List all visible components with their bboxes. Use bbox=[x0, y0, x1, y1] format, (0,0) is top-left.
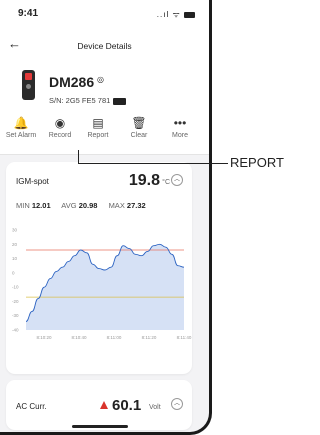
reading-value: 19.8 bbox=[128, 172, 160, 189]
action-more[interactable]: ••• More bbox=[161, 114, 199, 139]
x-tick-label: 8:11:40 bbox=[177, 335, 192, 340]
connection-icon: ◎ bbox=[97, 75, 104, 84]
record-icon: ◉ bbox=[54, 116, 66, 130]
y-tick-label: -40 bbox=[12, 328, 19, 333]
page-title: Device Details bbox=[77, 41, 132, 51]
device-name: DM286 bbox=[49, 74, 95, 90]
serial-text: S/N: 2G5 FE5 781 bbox=[49, 96, 111, 105]
action-label: Set Alarm bbox=[5, 132, 37, 139]
device-battery-icon bbox=[113, 97, 127, 105]
x-tick-label: 8:10:40 bbox=[71, 335, 87, 340]
more-icon: ••• bbox=[173, 116, 187, 130]
max-value: 27.32 bbox=[126, 201, 146, 210]
top-bar: ← Device Details bbox=[0, 30, 209, 60]
status-bar: 9:41 ..ıl ᯤ bbox=[0, 0, 209, 30]
callout-connector bbox=[78, 150, 79, 164]
callout-label: REPORT bbox=[230, 155, 284, 170]
home-indicator bbox=[72, 425, 128, 428]
reading-value: 60.1 bbox=[112, 397, 142, 414]
action-label: Clear bbox=[130, 132, 148, 139]
avg-value: 20.98 bbox=[78, 201, 98, 210]
y-tick-label: 20 bbox=[12, 242, 18, 247]
x-tick-label: 8:10:20 bbox=[36, 335, 52, 340]
chevron-up-icon[interactable]: ︿ bbox=[171, 174, 183, 186]
reading-title: IGM-spot bbox=[16, 177, 49, 186]
status-time: 9:41 bbox=[18, 8, 39, 19]
action-set-alarm[interactable]: 🔔 Set Alarm bbox=[2, 114, 40, 139]
max-label: MAX bbox=[108, 201, 125, 210]
chevron-up-icon[interactable]: ︿ bbox=[171, 398, 183, 410]
callout-line bbox=[78, 163, 228, 164]
multimeter-icon bbox=[22, 70, 35, 100]
y-tick-label: -10 bbox=[12, 285, 19, 290]
reading-stats: MIN 12.01 AVG 20.98 MAX 27.32 bbox=[16, 201, 155, 210]
reading-card-igm-spot[interactable]: IGM-spot 19.8 °C ︿ MIN 12.01 AVG 20.98 M… bbox=[6, 162, 192, 374]
reading-card-ac-curr[interactable]: AC Curr. 60.1 Volt ︿ bbox=[6, 380, 192, 430]
device-header: DM286 ◎ S/N: 2G5 FE5 781 bbox=[0, 60, 209, 110]
action-report[interactable]: ▤ Report bbox=[79, 114, 117, 139]
reading-chart: 30 20 10 0 -10 -20 -30 -40 8:10:20 8:10:40 8:11:00… bbox=[12, 228, 192, 341]
clear-icon: 🗑 bbox=[131, 116, 147, 130]
phone-screen: 9:41 ..ıl ᯤ ← Device Details DM286 ◎ S/N… bbox=[0, 0, 212, 435]
y-tick-label: -30 bbox=[12, 313, 19, 318]
reading-title: AC Curr. bbox=[16, 402, 47, 411]
action-label: More bbox=[172, 132, 188, 139]
action-clear[interactable]: 🗑 Clear bbox=[120, 114, 158, 139]
signal-wifi-battery-icon: ..ıl ᯤ bbox=[157, 9, 195, 20]
alarm-triangle-icon bbox=[100, 401, 108, 409]
battery-icon bbox=[184, 11, 195, 18]
min-value: 12.01 bbox=[31, 201, 51, 210]
y-tick-label: 0 bbox=[12, 270, 15, 275]
y-tick-label: 30 bbox=[12, 228, 18, 233]
x-tick-label: 8:11:00 bbox=[107, 335, 122, 340]
signal-icon: ..ıl ᯤ bbox=[156, 10, 181, 19]
action-label: Record bbox=[48, 132, 72, 139]
x-tick-label: 8:11:20 bbox=[142, 335, 157, 340]
action-label: Report bbox=[87, 132, 109, 139]
y-tick-label: -20 bbox=[12, 299, 19, 304]
y-tick-label: 10 bbox=[12, 256, 18, 261]
avg-label: AVG bbox=[61, 201, 77, 210]
series-area bbox=[26, 244, 184, 330]
reading-unit: Volt bbox=[149, 404, 161, 411]
report-icon: ▤ bbox=[92, 116, 104, 130]
reading-unit: °C bbox=[162, 179, 170, 186]
bell-icon: 🔔 bbox=[13, 116, 29, 130]
device-serial: S/N: 2G5 FE5 781 bbox=[49, 96, 127, 105]
action-record[interactable]: ◉ Record bbox=[41, 114, 79, 139]
min-label: MIN bbox=[16, 201, 30, 210]
action-bar: 🔔 Set Alarm ◉ Record ▤ Report 🗑 Clear ••• More bbox=[0, 110, 209, 155]
